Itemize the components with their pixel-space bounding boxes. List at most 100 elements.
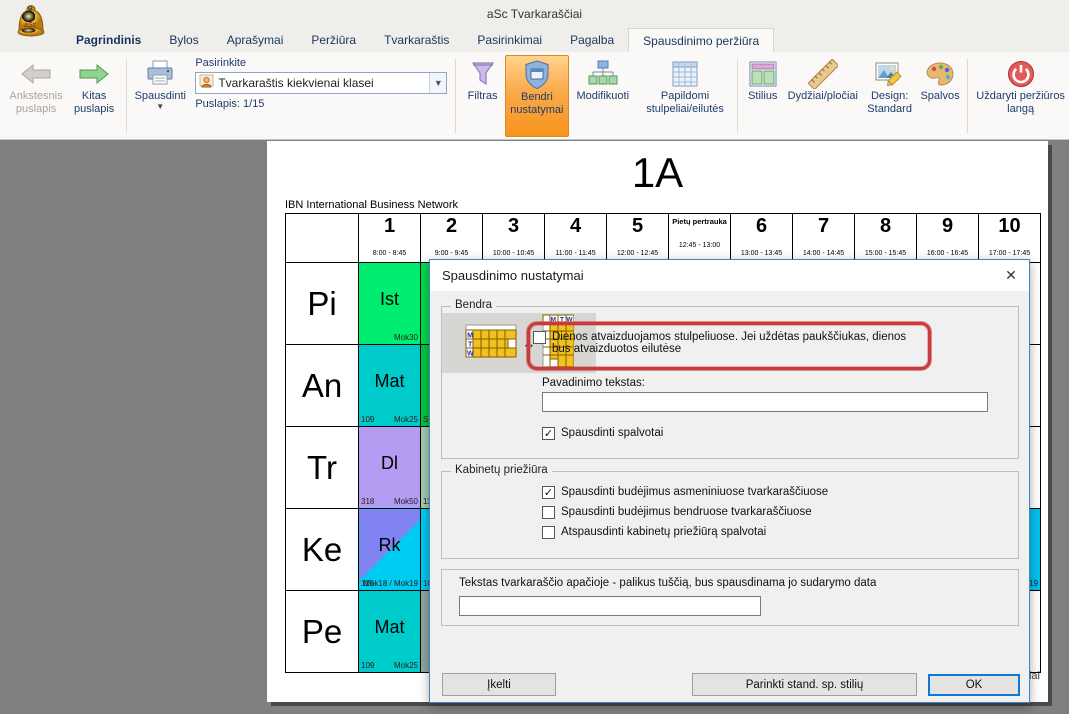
- modify-button[interactable]: Modifikuoti: [569, 55, 637, 137]
- general-settings-button[interactable]: Bendri nustatymai: [505, 55, 569, 137]
- bendra-group-label: Bendra: [451, 299, 496, 311]
- lesson-teacher: Mok25: [394, 661, 418, 670]
- ribbon-separator: [967, 59, 968, 133]
- arrow-left-icon: [19, 58, 53, 90]
- dialog-title: Spausdinimo nustatymai: [442, 268, 584, 283]
- footer-text-input[interactable]: [459, 596, 761, 616]
- svg-text:T: T: [468, 341, 473, 348]
- tt-lesson-cell: Rk115Mok18 / Mok19: [359, 509, 421, 591]
- extra-columns-button[interactable]: Papildomi stulpeliai/eilutės: [637, 55, 734, 137]
- arrow-right-icon: [77, 58, 111, 90]
- class-person-icon: [199, 74, 214, 92]
- general-settings-label: Bendri nustatymai: [508, 91, 566, 117]
- print-in-color-checkbox[interactable]: ✓: [542, 427, 555, 440]
- title-text-input[interactable]: [542, 392, 988, 412]
- lesson-subject: Dl: [359, 453, 420, 474]
- power-close-icon: [1006, 58, 1036, 90]
- lesson-room: 318: [361, 497, 374, 506]
- ribbon-separator: [455, 59, 456, 133]
- tt-column-header: 714:00 - 14:45: [793, 214, 855, 263]
- dialog-title-bar[interactable]: Spausdinimo nustatymai ✕: [430, 260, 1029, 291]
- tt-column-header: 18:00 - 8:45: [359, 214, 421, 263]
- sizes-widths-button[interactable]: Dydžiai/pločiai: [783, 55, 862, 137]
- next-page-button[interactable]: Kitas puslapis: [66, 55, 122, 137]
- tab-pagalba[interactable]: Pagalba: [556, 28, 628, 52]
- timetable-horizontal-icon: M T W: [465, 320, 517, 367]
- choose-standard-style-button[interactable]: Parinkti stand. sp. stilių: [692, 673, 917, 696]
- tt-column-header: 613:00 - 13:45: [731, 214, 793, 263]
- kabinetu-checkbox[interactable]: [542, 526, 555, 539]
- kabinetu-checkbox[interactable]: [542, 506, 555, 519]
- lesson-teacher: Mok25: [394, 415, 418, 424]
- hierarchy-icon: [588, 58, 618, 90]
- kabinetu-group-label: Kabinetų priežiūra: [451, 464, 552, 476]
- previous-page-button[interactable]: Ankstesnis puslapis: [6, 55, 66, 137]
- style-button[interactable]: Stilius: [742, 55, 783, 137]
- modify-label: Modifikuoti: [576, 90, 629, 103]
- tt-break-column-header: Pietų pertrauka12:45 - 13:00: [669, 214, 731, 263]
- tab-apra-ymai[interactable]: Aprašymai: [213, 28, 298, 52]
- svg-text:aSc: aSc: [24, 22, 37, 29]
- previous-page-label: Ankstesnis puslapis: [8, 90, 64, 116]
- dialog-body: Bendra M T W: [430, 291, 1029, 703]
- kabinetu-list: ✓ Spausdinti budėjimus asmeniniuose tvark…: [542, 486, 828, 546]
- tab-spausdinimo-per-i-ra[interactable]: Spausdinimo peržiūra: [628, 28, 774, 52]
- design-button[interactable]: Design: Standard: [863, 55, 917, 137]
- lesson-teacher: Mok18 / Mok19: [363, 579, 418, 588]
- tab-tvarkara-tis[interactable]: Tvarkaraštis: [370, 28, 463, 52]
- tab-per-i-ra[interactable]: Peržiūra: [297, 28, 370, 52]
- tt-day-label: Ke: [286, 509, 359, 591]
- tab-bylos[interactable]: Bylos: [155, 28, 212, 52]
- tt-column-header: 29:00 - 9:45: [421, 214, 483, 263]
- ribbon-separator: [737, 59, 738, 133]
- lesson-subject: Rk: [359, 535, 420, 556]
- lesson-teacher: Mok50: [394, 497, 418, 506]
- kabinetu-checkbox-label: Spausdinti budėjimus asmeniniuose tvarka…: [561, 486, 828, 498]
- filter-label: Filtras: [468, 90, 498, 103]
- tab-pasirinkimai[interactable]: Pasirinkimai: [463, 28, 556, 52]
- ok-button[interactable]: OK: [928, 674, 1020, 696]
- style-label: Stilius: [748, 90, 777, 103]
- report-type-dropdown[interactable]: Tvarkaraštis kiekvienai klasei ▼: [195, 72, 447, 94]
- report-type-value: Tvarkaraštis kiekvienai klasei: [214, 76, 429, 90]
- close-preview-button[interactable]: Uždaryti peržiūros langą: [972, 55, 1069, 137]
- ribbon-separator: [126, 59, 127, 133]
- next-page-label: Kitas puslapis: [68, 90, 120, 116]
- report-select-group: Pasirinkite Tvarkaraštis kiekvienai klas…: [189, 55, 451, 137]
- dialog-close-icon[interactable]: ✕: [993, 260, 1029, 291]
- class-title: 1A: [267, 149, 1048, 197]
- asc-bell-logo-icon[interactable]: aSc: [14, 3, 48, 46]
- tt-column-header: 815:00 - 15:45: [855, 214, 917, 263]
- tt-lesson-cell: Mat 109 Mok25: [359, 591, 421, 673]
- school-name: IBN International Business Network: [285, 199, 1048, 211]
- lesson-subject: Mat: [359, 617, 420, 638]
- days-as-columns-label: Dienos atvaizduojamos stulpeliuose. Jei …: [552, 331, 923, 355]
- close-preview-label: Uždaryti peržiūros langą: [974, 90, 1067, 116]
- print-in-color-label: Spausdinti spalvotai: [561, 427, 663, 439]
- load-button[interactable]: Įkelti: [442, 673, 556, 696]
- palette-icon: [925, 58, 955, 90]
- kabinetu-checkbox-label: Atspausdinti kabinetų priežiūrą spalvota…: [561, 526, 766, 538]
- tt-day-label: Pi: [286, 263, 359, 345]
- colors-label: Spalvos: [920, 90, 959, 103]
- extra-columns-label: Papildomi stulpeliai/eilutės: [639, 90, 732, 116]
- lesson-room: 109: [361, 661, 374, 670]
- print-button[interactable]: Spausdinti ▼: [131, 55, 189, 137]
- filter-button[interactable]: Filtras: [460, 55, 505, 137]
- ribbon: Ankstesnis puslapis Kitas puslapis Spaus…: [0, 52, 1069, 140]
- lesson-subject: Ist: [359, 289, 420, 310]
- days-as-columns-checkrow: Dienos atvaizduojamos stulpeliuose. Jei …: [533, 331, 923, 355]
- title-bar: aSc aSc Tvarkaraščiai: [0, 0, 1069, 28]
- tt-corner-cell: [286, 214, 359, 263]
- lesson-room: 109: [361, 415, 374, 424]
- footer-text-label: Tekstas tvarkaraščio apačioje - palikus …: [459, 577, 999, 589]
- kabinetu-checkrow: Spausdinti budėjimus bendruose tvarkaraš…: [542, 506, 828, 519]
- days-as-columns-checkbox[interactable]: [533, 331, 546, 344]
- kabinetu-checkbox[interactable]: ✓: [542, 486, 555, 499]
- tab-bar: PagrindinisBylosAprašymaiPeržiūraTvarkar…: [0, 28, 1069, 52]
- dropdown-caret-icon[interactable]: ▼: [429, 73, 446, 93]
- colors-button[interactable]: Spalvos: [917, 55, 964, 137]
- tab-pagrindinis[interactable]: Pagrindinis: [62, 28, 155, 52]
- tt-lesson-cell: Mat109Mok25: [359, 345, 421, 427]
- page-indicator: Puslapis: 1/15: [195, 98, 447, 110]
